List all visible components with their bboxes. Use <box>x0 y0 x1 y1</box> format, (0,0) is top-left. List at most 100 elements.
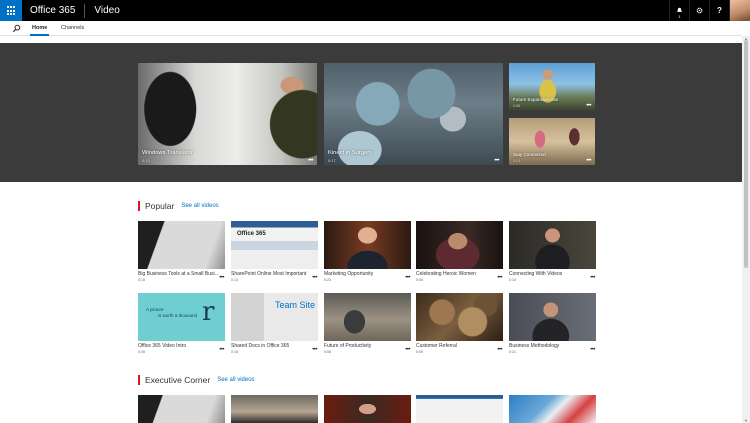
notification-count: 1 <box>678 14 681 19</box>
video-duration: 0:23 <box>324 277 331 282</box>
see-all-videos-link[interactable]: See all videos <box>181 203 218 209</box>
video-duration: 0:45 <box>138 349 145 354</box>
video-card[interactable]: A picture is worth a thousand r Office 3… <box>138 293 225 354</box>
avatar[interactable] <box>729 0 750 21</box>
video-title[interactable]: Celebrating Heroic Women <box>416 271 502 277</box>
video-card[interactable]: Customer Referral 0:09 ••• <box>416 293 503 354</box>
video-thumbnail[interactable] <box>138 221 225 269</box>
active-tab-indicator <box>30 34 49 36</box>
section-accent-bar <box>138 201 140 211</box>
app-launcher-icon <box>6 6 16 15</box>
video-thumbnail[interactable]: Office 365 <box>231 221 318 269</box>
video-title[interactable]: Shared Docs in Office 365 <box>231 343 317 349</box>
video-duration: 0:06 <box>513 103 520 108</box>
hero-video-tile[interactable]: Kinect in Surgery 0:17 ••• <box>324 63 503 165</box>
video-title[interactable]: SharePoint Online Most Important <box>231 271 317 277</box>
video-card[interactable]: Big Business Tools at a Small Busi... 0:… <box>138 221 225 282</box>
video-thumbnail[interactable] <box>138 395 225 423</box>
video-duration: 0:15 <box>231 349 238 354</box>
hero-video-tile[interactable]: Future Expansion Site 0:06 ••• <box>509 63 595 110</box>
video-title[interactable]: Future of Productivity <box>324 343 410 349</box>
more-options-icon[interactable]: ••• <box>497 347 502 353</box>
video-title[interactable]: Connecting With Videos <box>509 271 595 277</box>
section-accent-bar <box>138 375 140 385</box>
more-options-icon[interactable]: ••• <box>586 158 591 164</box>
video-thumbnail[interactable] <box>509 395 596 423</box>
video-thumbnail[interactable] <box>324 293 411 341</box>
video-thumbnail[interactable] <box>231 395 318 423</box>
video-thumbnail[interactable] <box>324 395 411 423</box>
video-thumbnail[interactable] <box>509 221 596 269</box>
app-name[interactable]: Video <box>94 5 119 16</box>
section-header-popular: Popular See all videos <box>138 201 219 211</box>
video-title: Windows Translator <box>142 150 193 156</box>
video-title[interactable]: Customer Referral <box>416 343 502 349</box>
section-title: Popular <box>145 201 175 211</box>
video-thumbnail[interactable] <box>416 293 503 341</box>
brand-name[interactable]: Office 365 <box>30 5 75 16</box>
video-card[interactable]: Celebrating Heroic Women 0:05 ••• <box>416 221 503 282</box>
thumbnail-text: r <box>202 297 215 327</box>
help-button[interactable]: ? <box>709 0 729 21</box>
thumbnail-text: A picture <box>146 307 164 312</box>
thumbnail-text: Team Site <box>275 300 316 310</box>
scroll-down-icon[interactable]: ▼ <box>744 418 748 423</box>
more-options-icon[interactable]: ••• <box>590 347 595 353</box>
scrollbar-thumb[interactable] <box>744 40 748 268</box>
video-card[interactable]: Marketing Opportunity 0:23 ••• <box>324 221 411 282</box>
more-options-icon[interactable]: ••• <box>497 275 502 281</box>
section-header-executive-corner: Executive Corner See all videos <box>138 375 255 385</box>
video-title[interactable]: Big Business Tools at a Small Busi... <box>138 271 224 277</box>
video-thumbnail[interactable] <box>416 221 503 269</box>
hero-video-tile[interactable]: Windows Translator 0:13 ••• <box>138 63 317 165</box>
settings-button[interactable] <box>689 0 709 21</box>
video-title: Future Expansion Site <box>513 97 559 102</box>
video-thumbnail[interactable] <box>324 221 411 269</box>
notifications-button[interactable]: 1 <box>669 0 689 21</box>
video-duration: 0:13 <box>231 277 238 282</box>
video-title[interactable]: Business Methodology <box>509 343 595 349</box>
search-icon[interactable] <box>12 24 21 33</box>
more-options-icon[interactable]: ••• <box>312 275 317 281</box>
video-duration: 0:05 <box>416 277 423 282</box>
video-card[interactable]: Office 365 SharePoint Online Most Import… <box>231 221 318 282</box>
app-launcher-button[interactable] <box>0 0 22 21</box>
spotlight-carousel: Windows Translator 0:13 ••• Kinect in Su… <box>0 43 742 182</box>
more-options-icon[interactable]: ••• <box>494 158 499 164</box>
video-title[interactable]: Marketing Opportunity <box>324 271 410 277</box>
more-options-icon[interactable]: ••• <box>308 158 313 164</box>
video-thumbnail[interactable] <box>416 395 503 423</box>
video-card[interactable]: Team Site Shared Docs in Office 365 0:15… <box>231 293 318 354</box>
bell-icon <box>677 7 682 12</box>
video-duration: 0:13 <box>142 158 150 163</box>
see-all-videos-link[interactable]: See all videos <box>217 377 254 383</box>
video-card[interactable]: Business Methodology 0:21 ••• <box>509 293 596 354</box>
video-title: Stay Connected <box>513 152 546 157</box>
tab-channels[interactable]: Channels <box>61 25 84 31</box>
video-card[interactable]: Future of Productivity 0:08 ••• <box>324 293 411 354</box>
hero-video-tile[interactable]: Stay Connected 0:13 ••• <box>509 118 595 165</box>
video-duration: 0:15 <box>138 277 145 282</box>
more-options-icon[interactable]: ••• <box>590 275 595 281</box>
suite-bar: Office 365 Video 1 ? <box>0 0 750 21</box>
more-options-icon[interactable]: ••• <box>405 347 410 353</box>
video-card[interactable]: Connecting With Videos 0:14 ••• <box>509 221 596 282</box>
more-options-icon[interactable]: ••• <box>405 275 410 281</box>
more-options-icon[interactable]: ••• <box>312 347 317 353</box>
video-title: Kinect in Surgery <box>328 150 373 156</box>
tab-home[interactable]: Home <box>32 25 47 31</box>
more-options-icon[interactable]: ••• <box>219 347 224 353</box>
video-thumbnail[interactable]: A picture is worth a thousand r <box>138 293 225 341</box>
topbar-divider <box>84 3 86 18</box>
thumbnail-text: Office 365 <box>237 231 266 237</box>
video-duration: 0:14 <box>509 277 516 282</box>
video-title[interactable]: Office 365 Video Intro <box>138 343 224 349</box>
video-duration: 0:08 <box>324 349 331 354</box>
video-thumbnail[interactable]: Team Site <box>231 293 318 341</box>
more-options-icon[interactable]: ••• <box>219 275 224 281</box>
page-scrollbar[interactable]: ▲ ▼ <box>742 36 750 423</box>
help-icon: ? <box>717 6 722 15</box>
more-options-icon[interactable]: ••• <box>586 103 591 109</box>
section-title: Executive Corner <box>145 375 211 385</box>
video-thumbnail[interactable] <box>509 293 596 341</box>
